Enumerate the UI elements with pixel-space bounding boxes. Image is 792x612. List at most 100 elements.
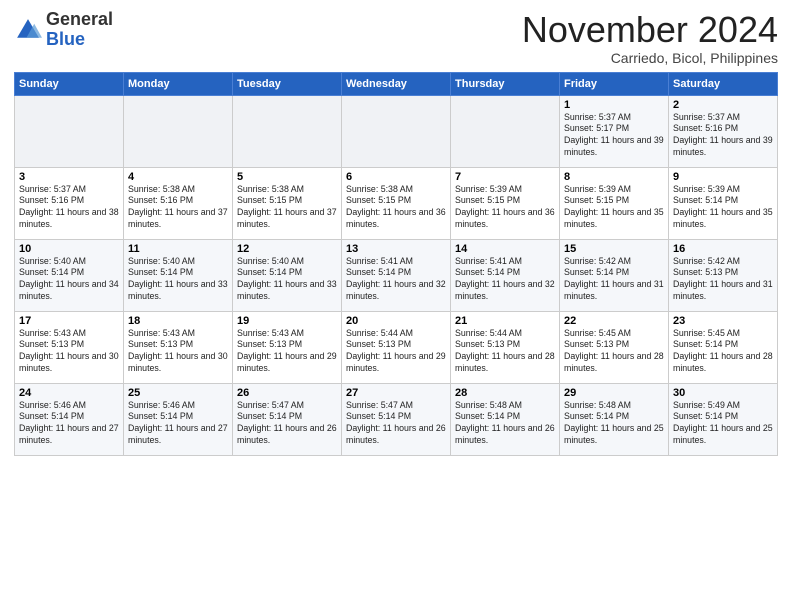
- day-number: 4: [128, 171, 228, 183]
- day-info: Sunrise: 5:40 AMSunset: 5:14 PMDaylight:…: [19, 256, 119, 304]
- day-cell-3-2: 19Sunrise: 5:43 AMSunset: 5:13 PMDayligh…: [233, 311, 342, 383]
- header-sunday: Sunday: [15, 72, 124, 95]
- day-info: Sunrise: 5:37 AMSunset: 5:16 PMDaylight:…: [19, 184, 119, 232]
- day-info: Sunrise: 5:38 AMSunset: 5:16 PMDaylight:…: [128, 184, 228, 232]
- day-cell-1-4: 7Sunrise: 5:39 AMSunset: 5:15 PMDaylight…: [451, 167, 560, 239]
- day-info: Sunrise: 5:42 AMSunset: 5:14 PMDaylight:…: [564, 256, 664, 304]
- day-number: 16: [673, 243, 773, 255]
- day-cell-3-0: 17Sunrise: 5:43 AMSunset: 5:13 PMDayligh…: [15, 311, 124, 383]
- header-wednesday: Wednesday: [342, 72, 451, 95]
- day-info: Sunrise: 5:45 AMSunset: 5:14 PMDaylight:…: [673, 328, 773, 376]
- header-friday: Friday: [560, 72, 669, 95]
- day-cell-0-0: [15, 95, 124, 167]
- day-cell-2-0: 10Sunrise: 5:40 AMSunset: 5:14 PMDayligh…: [15, 239, 124, 311]
- day-info: Sunrise: 5:37 AMSunset: 5:17 PMDaylight:…: [564, 112, 664, 160]
- day-info: Sunrise: 5:48 AMSunset: 5:14 PMDaylight:…: [455, 400, 555, 448]
- day-number: 7: [455, 171, 555, 183]
- day-cell-4-3: 27Sunrise: 5:47 AMSunset: 5:14 PMDayligh…: [342, 383, 451, 455]
- day-info: Sunrise: 5:38 AMSunset: 5:15 PMDaylight:…: [346, 184, 446, 232]
- day-info: Sunrise: 5:47 AMSunset: 5:14 PMDaylight:…: [346, 400, 446, 448]
- day-number: 5: [237, 171, 337, 183]
- day-cell-4-2: 26Sunrise: 5:47 AMSunset: 5:14 PMDayligh…: [233, 383, 342, 455]
- day-info: Sunrise: 5:49 AMSunset: 5:14 PMDaylight:…: [673, 400, 773, 448]
- day-cell-3-4: 21Sunrise: 5:44 AMSunset: 5:13 PMDayligh…: [451, 311, 560, 383]
- day-cell-2-1: 11Sunrise: 5:40 AMSunset: 5:14 PMDayligh…: [124, 239, 233, 311]
- day-number: 19: [237, 315, 337, 327]
- day-number: 10: [19, 243, 119, 255]
- logo-general: General: [46, 9, 113, 29]
- day-number: 25: [128, 387, 228, 399]
- day-cell-0-5: 1Sunrise: 5:37 AMSunset: 5:17 PMDaylight…: [560, 95, 669, 167]
- day-number: 13: [346, 243, 446, 255]
- day-info: Sunrise: 5:44 AMSunset: 5:13 PMDaylight:…: [346, 328, 446, 376]
- day-cell-3-3: 20Sunrise: 5:44 AMSunset: 5:13 PMDayligh…: [342, 311, 451, 383]
- day-number: 20: [346, 315, 446, 327]
- day-number: 29: [564, 387, 664, 399]
- week-row-2: 3Sunrise: 5:37 AMSunset: 5:16 PMDaylight…: [15, 167, 778, 239]
- logo-icon: [14, 16, 42, 44]
- page-container: General Blue November 2024 Carriedo, Bic…: [0, 0, 792, 462]
- calendar-header: Sunday Monday Tuesday Wednesday Thursday…: [15, 72, 778, 95]
- day-info: Sunrise: 5:47 AMSunset: 5:14 PMDaylight:…: [237, 400, 337, 448]
- day-cell-1-3: 6Sunrise: 5:38 AMSunset: 5:15 PMDaylight…: [342, 167, 451, 239]
- week-row-5: 24Sunrise: 5:46 AMSunset: 5:14 PMDayligh…: [15, 383, 778, 455]
- header-tuesday: Tuesday: [233, 72, 342, 95]
- header-row: General Blue November 2024 Carriedo, Bic…: [14, 10, 778, 66]
- day-cell-1-0: 3Sunrise: 5:37 AMSunset: 5:16 PMDaylight…: [15, 167, 124, 239]
- day-number: 23: [673, 315, 773, 327]
- day-number: 3: [19, 171, 119, 183]
- day-info: Sunrise: 5:39 AMSunset: 5:15 PMDaylight:…: [455, 184, 555, 232]
- day-number: 14: [455, 243, 555, 255]
- logo: General Blue: [14, 10, 113, 50]
- day-cell-3-1: 18Sunrise: 5:43 AMSunset: 5:13 PMDayligh…: [124, 311, 233, 383]
- calendar-table: Sunday Monday Tuesday Wednesday Thursday…: [14, 72, 778, 456]
- day-number: 11: [128, 243, 228, 255]
- day-info: Sunrise: 5:38 AMSunset: 5:15 PMDaylight:…: [237, 184, 337, 232]
- day-info: Sunrise: 5:39 AMSunset: 5:14 PMDaylight:…: [673, 184, 773, 232]
- day-cell-0-1: [124, 95, 233, 167]
- day-cell-2-4: 14Sunrise: 5:41 AMSunset: 5:14 PMDayligh…: [451, 239, 560, 311]
- day-number: 26: [237, 387, 337, 399]
- day-number: 1: [564, 99, 664, 111]
- day-number: 2: [673, 99, 773, 111]
- day-cell-0-4: [451, 95, 560, 167]
- day-cell-4-5: 29Sunrise: 5:48 AMSunset: 5:14 PMDayligh…: [560, 383, 669, 455]
- day-info: Sunrise: 5:44 AMSunset: 5:13 PMDaylight:…: [455, 328, 555, 376]
- day-cell-1-6: 9Sunrise: 5:39 AMSunset: 5:14 PMDaylight…: [669, 167, 778, 239]
- day-cell-2-3: 13Sunrise: 5:41 AMSunset: 5:14 PMDayligh…: [342, 239, 451, 311]
- logo-text: General Blue: [46, 10, 113, 50]
- day-number: 17: [19, 315, 119, 327]
- day-cell-1-1: 4Sunrise: 5:38 AMSunset: 5:16 PMDaylight…: [124, 167, 233, 239]
- day-number: 28: [455, 387, 555, 399]
- day-number: 9: [673, 171, 773, 183]
- week-row-4: 17Sunrise: 5:43 AMSunset: 5:13 PMDayligh…: [15, 311, 778, 383]
- day-info: Sunrise: 5:48 AMSunset: 5:14 PMDaylight:…: [564, 400, 664, 448]
- day-cell-4-0: 24Sunrise: 5:46 AMSunset: 5:14 PMDayligh…: [15, 383, 124, 455]
- header-saturday: Saturday: [669, 72, 778, 95]
- day-cell-0-6: 2Sunrise: 5:37 AMSunset: 5:16 PMDaylight…: [669, 95, 778, 167]
- day-info: Sunrise: 5:46 AMSunset: 5:14 PMDaylight:…: [19, 400, 119, 448]
- weekday-row: Sunday Monday Tuesday Wednesday Thursday…: [15, 72, 778, 95]
- day-info: Sunrise: 5:43 AMSunset: 5:13 PMDaylight:…: [19, 328, 119, 376]
- day-number: 30: [673, 387, 773, 399]
- title-block: November 2024 Carriedo, Bicol, Philippin…: [522, 10, 778, 66]
- day-number: 22: [564, 315, 664, 327]
- day-cell-2-2: 12Sunrise: 5:40 AMSunset: 5:14 PMDayligh…: [233, 239, 342, 311]
- day-number: 15: [564, 243, 664, 255]
- day-cell-1-2: 5Sunrise: 5:38 AMSunset: 5:15 PMDaylight…: [233, 167, 342, 239]
- day-info: Sunrise: 5:41 AMSunset: 5:14 PMDaylight:…: [346, 256, 446, 304]
- logo-blue: Blue: [46, 29, 85, 49]
- day-cell-0-3: [342, 95, 451, 167]
- day-cell-3-6: 23Sunrise: 5:45 AMSunset: 5:14 PMDayligh…: [669, 311, 778, 383]
- day-info: Sunrise: 5:40 AMSunset: 5:14 PMDaylight:…: [128, 256, 228, 304]
- day-number: 27: [346, 387, 446, 399]
- day-number: 18: [128, 315, 228, 327]
- day-cell-1-5: 8Sunrise: 5:39 AMSunset: 5:15 PMDaylight…: [560, 167, 669, 239]
- day-cell-2-6: 16Sunrise: 5:42 AMSunset: 5:13 PMDayligh…: [669, 239, 778, 311]
- day-cell-3-5: 22Sunrise: 5:45 AMSunset: 5:13 PMDayligh…: [560, 311, 669, 383]
- day-info: Sunrise: 5:41 AMSunset: 5:14 PMDaylight:…: [455, 256, 555, 304]
- header-thursday: Thursday: [451, 72, 560, 95]
- day-cell-4-4: 28Sunrise: 5:48 AMSunset: 5:14 PMDayligh…: [451, 383, 560, 455]
- day-cell-4-6: 30Sunrise: 5:49 AMSunset: 5:14 PMDayligh…: [669, 383, 778, 455]
- day-number: 8: [564, 171, 664, 183]
